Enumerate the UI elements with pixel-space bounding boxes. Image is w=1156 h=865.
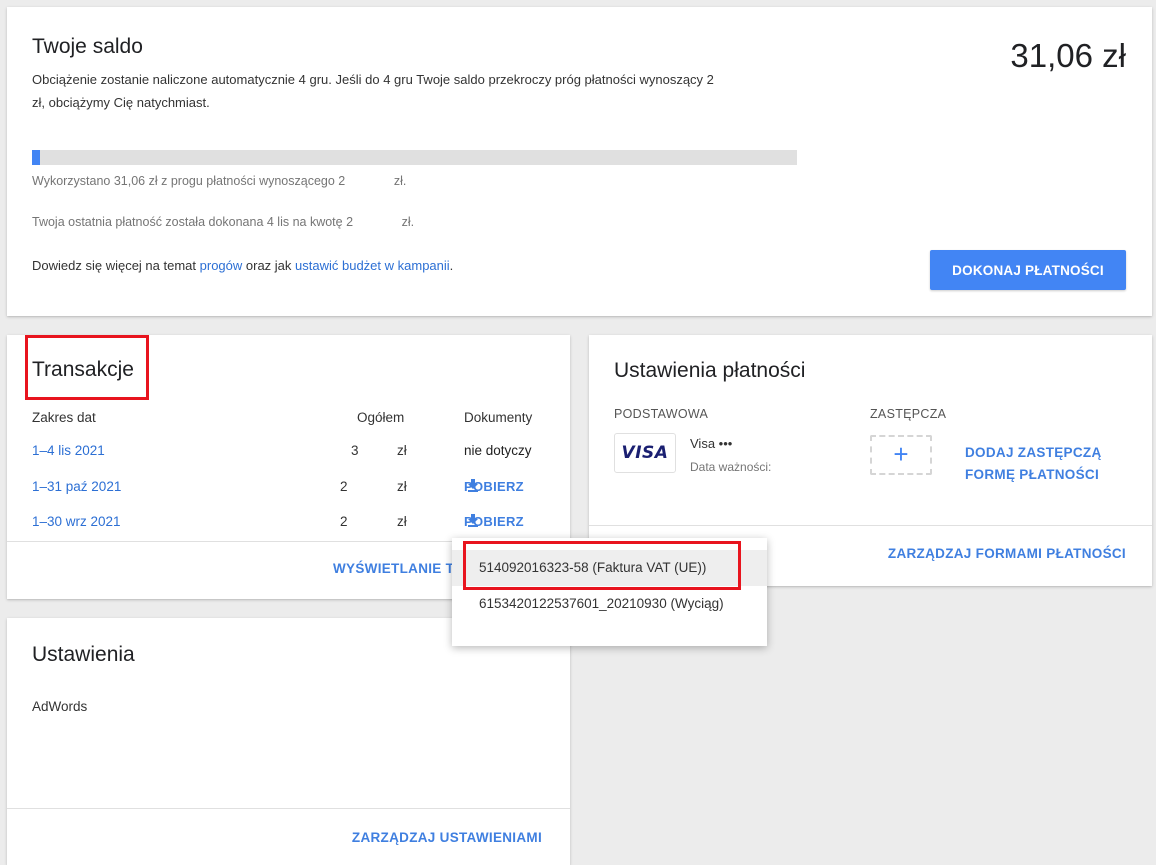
transaction-row: 1–4 lis 2021 3 zł nie dotyczy <box>7 443 570 467</box>
download-button[interactable]: POBIERZ <box>464 514 524 529</box>
transaction-currency: zł <box>397 443 407 458</box>
download-label: POBIERZ <box>464 479 524 494</box>
balance-amount: 31,06 zł <box>1010 37 1126 74</box>
transaction-currency: zł <box>397 514 407 529</box>
thresholds-link[interactable]: progów <box>200 258 243 273</box>
transaction-amount: 2 <box>340 479 348 494</box>
vat-invoice-highlight <box>463 541 741 590</box>
manage-payment-methods-link[interactable]: ZARZĄDZAJ FORMAMI PŁATNOŚCI <box>888 546 1126 561</box>
plus-icon: + <box>893 439 909 469</box>
balance-card: Twoje saldo 31,06 zł Obciążenie zostanie… <box>7 7 1152 316</box>
primary-method-label: PODSTAWOWA <box>614 407 709 421</box>
transaction-date-link[interactable]: 1–31 paź 2021 <box>32 479 121 494</box>
download-label: POBIERZ <box>464 514 524 529</box>
transactions-title: Transakcje <box>32 358 134 381</box>
threshold-usage-text: Wykorzystano 31,06 zł z progu płatności … <box>32 174 407 188</box>
transaction-document-status: nie dotyczy <box>464 443 532 458</box>
view-transactions-link[interactable]: WYŚWIETLANIE T <box>333 561 454 576</box>
backup-method-label: ZASTĘPCZA <box>870 407 947 421</box>
add-backup-link-line1: DODAJ ZASTĘPCZĄ <box>965 445 1102 460</box>
balance-description: Obciążenie zostanie naliczone automatycz… <box>32 72 765 110</box>
card-name: Visa ••• <box>690 436 733 451</box>
date-range-header: Zakres dat <box>32 410 96 425</box>
add-backup-method-button[interactable]: + <box>870 435 932 475</box>
transaction-row: 1–31 paź 2021 2 zł POBIERZ <box>7 479 570 503</box>
menu-item-statement[interactable]: 6153420122537601_20210930 (Wyciąg) <box>452 586 767 622</box>
transaction-currency: zł <box>397 479 407 494</box>
balance-title: Twoje saldo <box>32 35 143 58</box>
documents-header: Dokumenty <box>464 410 533 425</box>
visa-logo: VISA <box>614 433 676 473</box>
make-payment-button[interactable]: DOKONAJ PŁATNOŚCI <box>930 250 1126 290</box>
manage-settings-link[interactable]: ZARZĄDZAJ USTAWIENIAMI <box>352 830 542 845</box>
settings-title: Ustawienia <box>32 643 135 666</box>
settings-product: AdWords <box>32 699 88 714</box>
add-backup-link-line2: FORMĘ PŁATNOŚCI <box>965 467 1099 482</box>
payment-settings-divider <box>589 525 1152 526</box>
transaction-row: 1–30 wrz 2021 2 zł POBIERZ <box>7 514 570 538</box>
add-backup-method-link[interactable]: DODAJ ZASTĘPCZĄ FORMĘ PŁATNOŚCI <box>965 442 1102 486</box>
threshold-progress-bar <box>32 150 797 165</box>
transaction-amount: 3 <box>351 443 359 458</box>
download-button[interactable]: POBIERZ <box>464 479 524 494</box>
campaign-budget-link[interactable]: ustawić budżet w kampanii <box>295 258 450 273</box>
payment-settings-title: Ustawienia płatności <box>614 359 806 382</box>
transaction-date-link[interactable]: 1–4 lis 2021 <box>32 443 105 458</box>
learn-more-prefix: Dowiedz się więcej na temat <box>32 258 200 273</box>
learn-more-suffix: . <box>449 258 454 273</box>
threshold-progress-fill <box>32 150 40 165</box>
learn-more-text: Dowiedz się więcej na temat progów oraz … <box>32 258 453 273</box>
card-expiry: Data ważności: <box>690 460 772 474</box>
transaction-date-link[interactable]: 1–30 wrz 2021 <box>32 514 121 529</box>
settings-card: Ustawienia AdWords ZARZĄDZAJ USTAWIENIAM… <box>7 618 570 865</box>
learn-more-middle: oraz jak <box>242 258 296 273</box>
settings-divider <box>7 808 570 809</box>
total-header: Ogółem <box>357 410 405 425</box>
document-download-menu: 514092016323-58 (Faktura VAT (UE)) 61534… <box>452 538 767 646</box>
transaction-amount: 2 <box>340 514 348 529</box>
last-payment-text: Twoja ostatnia płatność została dokonana… <box>32 215 415 229</box>
